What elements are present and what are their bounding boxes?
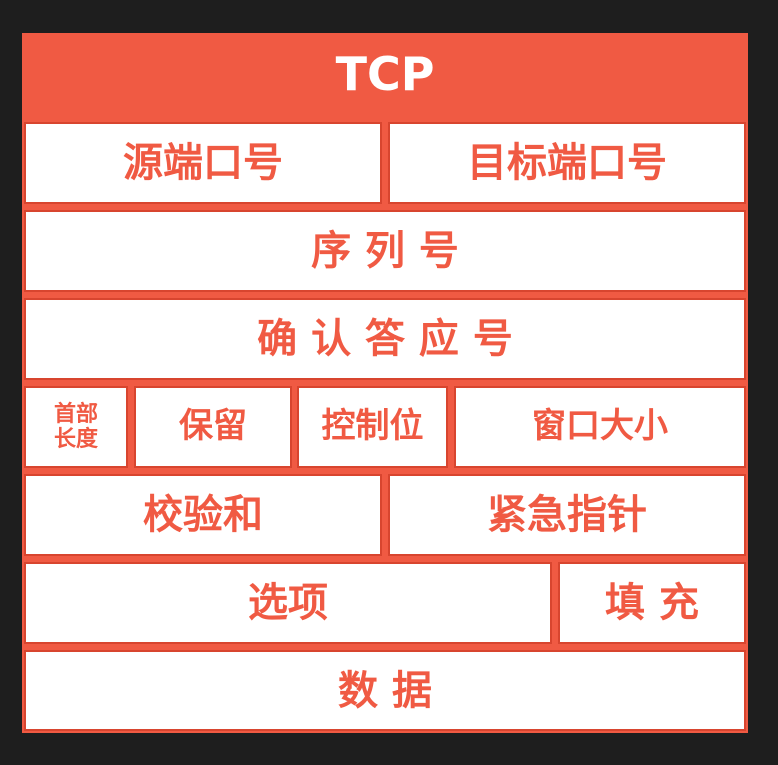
field-acknowledgment-number: 确 认 答 应 号 — [24, 298, 746, 380]
diagram-title: TCP — [335, 47, 435, 101]
field-padding: 填 充 — [558, 562, 746, 644]
field-header-length: 首部 长度 — [24, 386, 128, 468]
field-window-size: 窗口大小 — [454, 386, 746, 468]
tcp-header-diagram: TCP 源端口号 目标端口号 序 列 号 确 认 答 应 号 首部 长度 保留 … — [22, 33, 748, 733]
field-sequence-number: 序 列 号 — [24, 210, 746, 292]
field-destination-port: 目标端口号 — [388, 122, 746, 204]
field-options: 选项 — [24, 562, 552, 644]
field-source-port: 源端口号 — [24, 122, 382, 204]
field-control-bits: 控制位 — [297, 386, 448, 468]
field-urgent-pointer: 紧急指针 — [388, 474, 746, 556]
field-reserved: 保留 — [134, 386, 292, 468]
field-checksum: 校验和 — [24, 474, 382, 556]
field-data: 数 据 — [24, 650, 746, 731]
